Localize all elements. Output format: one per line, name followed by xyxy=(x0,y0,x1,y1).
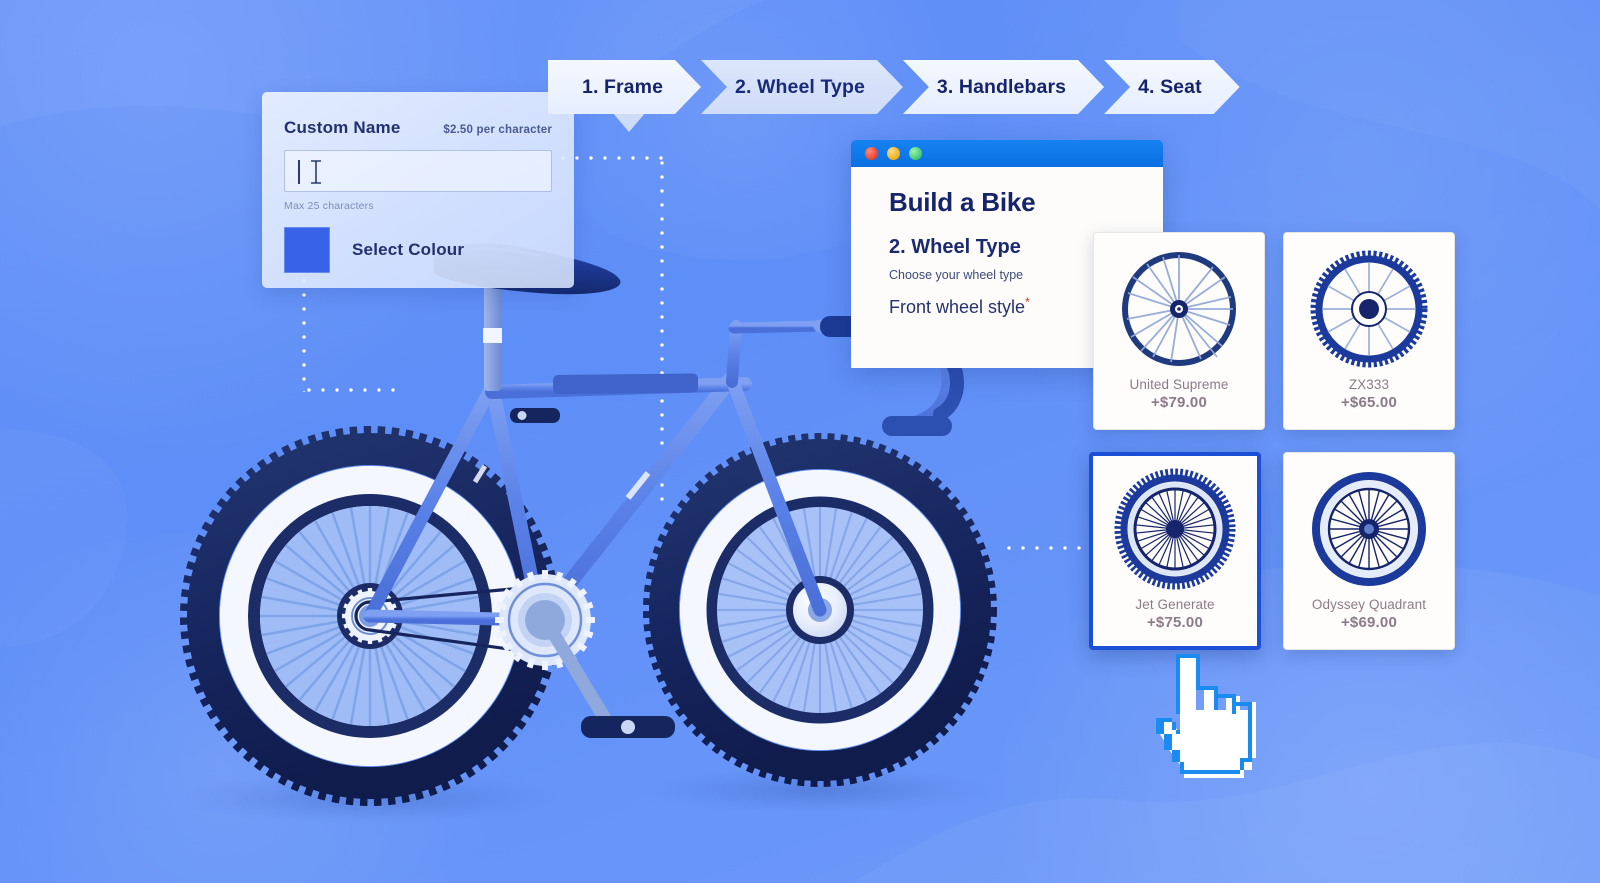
field-label-text: Front wheel style xyxy=(889,297,1026,317)
wheel-crossed-spoke-icon xyxy=(1122,252,1236,366)
max-characters-hint: Max 25 characters xyxy=(284,200,374,212)
wheel-knobby-radial-icon xyxy=(1310,250,1428,368)
active-step-pointer xyxy=(612,112,646,132)
option-name: ZX333 xyxy=(1348,377,1390,392)
step-label: 4. Seat xyxy=(1138,75,1202,98)
maximize-icon[interactable] xyxy=(909,147,922,160)
custom-name-input[interactable] xyxy=(284,150,552,192)
close-icon[interactable] xyxy=(865,147,878,160)
step-label: 1. Frame xyxy=(582,75,664,98)
option-price: +$69.00 xyxy=(1340,614,1398,631)
step-frame[interactable]: 1. Frame xyxy=(548,60,701,114)
colour-swatch[interactable] xyxy=(284,227,330,273)
custom-name-title: Custom Name xyxy=(284,118,401,137)
option-card-zx333[interactable]: ZX333 +$65.00 xyxy=(1283,232,1455,430)
option-name: Odyssey Quadrant xyxy=(1311,597,1427,612)
canvas-background: 1. Frame 2. Wheel Type 3. Handlebars 4. … xyxy=(0,0,1600,883)
option-name: Jet Generate xyxy=(1135,597,1215,612)
option-card-odyssey-quadrant[interactable]: Odyssey Quadrant +$69.00 xyxy=(1283,452,1455,650)
option-price: +$75.00 xyxy=(1146,614,1204,631)
step-seat[interactable]: 4. Seat xyxy=(1104,60,1240,114)
option-price: +$79.00 xyxy=(1150,394,1208,411)
step-handlebars[interactable]: 3. Handlebars xyxy=(903,60,1104,114)
custom-name-panel: Custom Name $2.50 per character Max 25 c… xyxy=(262,92,574,288)
wheel-knobby-dense-icon xyxy=(1114,468,1236,590)
page-title: Build a Bike xyxy=(889,187,1036,217)
option-name: United Supreme xyxy=(1129,377,1229,392)
option-price: +$65.00 xyxy=(1340,394,1398,411)
pointing-hand-cursor-icon xyxy=(1156,654,1256,778)
required-marker: * xyxy=(1025,295,1030,309)
browser-title-bar xyxy=(851,140,1163,167)
wheel-smooth-radial-icon xyxy=(1312,472,1426,586)
option-card-jet-generate[interactable]: Jet Generate +$75.00 xyxy=(1089,452,1261,650)
option-card-united-supreme[interactable]: United Supreme +$79.00 xyxy=(1093,232,1265,430)
progress-stepper: 1. Frame 2. Wheel Type 3. Handlebars 4. … xyxy=(548,60,1240,114)
select-colour-button[interactable]: Select Colour xyxy=(352,240,464,260)
minimize-icon[interactable] xyxy=(887,147,900,160)
per-character-price: $2.50 per character xyxy=(443,124,552,136)
step-label: 2. Wheel Type xyxy=(735,75,865,98)
step-wheel-type[interactable]: 2. Wheel Type xyxy=(701,60,903,114)
step-label: 3. Handlebars xyxy=(936,75,1067,98)
